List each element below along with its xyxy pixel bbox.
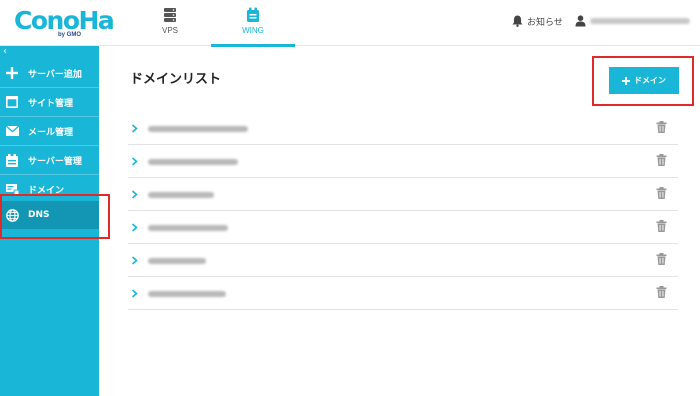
domain-name[interactable] — [148, 126, 248, 132]
domain-row[interactable] — [128, 211, 678, 244]
domain-name[interactable] — [148, 291, 226, 297]
logo-sub: by GMO — [58, 32, 82, 38]
domain-row[interactable] — [128, 178, 678, 211]
top-header: ConoHa by GMO VPS WING お知らせ — [0, 0, 700, 47]
tab-wing[interactable]: WING — [211, 0, 295, 47]
sidebar-item-server-manage[interactable]: サーバー管理 — [0, 146, 99, 174]
domain-row[interactable] — [128, 112, 678, 145]
trash-icon[interactable] — [656, 220, 667, 232]
chevron-right-icon[interactable] — [131, 124, 138, 133]
chevron-right-icon[interactable] — [131, 256, 138, 265]
chevron-right-icon[interactable] — [131, 157, 138, 166]
chevron-right-icon[interactable] — [131, 223, 138, 232]
user-menu[interactable] — [575, 14, 690, 28]
trash-icon[interactable] — [656, 121, 667, 133]
notification-label: お知らせ — [527, 17, 563, 28]
tab-vps-label: VPS — [161, 26, 178, 35]
active-tab-indicator — [211, 44, 295, 47]
conoha-logo[interactable]: ConoHa by GMO — [14, 6, 115, 40]
notification-link[interactable]: お知らせ — [512, 14, 563, 28]
sidebar-item-label: サーバー管理 — [28, 156, 82, 167]
sidebar-item-mail[interactable]: メール管理 — [0, 117, 99, 145]
domain-row[interactable] — [128, 145, 678, 178]
sidebar-item-site[interactable]: サイト管理 — [0, 88, 99, 116]
wing-icon — [247, 7, 259, 22]
sidebar-item-label: サイト管理 — [28, 98, 74, 109]
trash-icon[interactable] — [656, 253, 667, 265]
bell-icon — [512, 15, 523, 27]
mail-icon — [5, 124, 19, 138]
chevron-left-icon[interactable]: ‹ — [3, 47, 7, 57]
domain-name[interactable] — [148, 225, 228, 231]
tab-wing-label: WING — [242, 26, 264, 35]
server-manage-icon — [5, 153, 19, 167]
plus-icon — [5, 66, 19, 80]
user-icon — [575, 15, 586, 27]
tab-vps[interactable]: VPS — [128, 0, 212, 46]
highlight-box-dns — [0, 194, 110, 239]
domain-row[interactable] — [128, 277, 678, 310]
highlight-box-add-domain — [592, 56, 694, 106]
chevron-right-icon[interactable] — [131, 190, 138, 199]
sidebar-item-label: サーバー追加 — [28, 69, 82, 80]
server-icon — [164, 8, 176, 22]
sidebar-item-label: メール管理 — [28, 127, 74, 138]
domain-name[interactable] — [148, 192, 214, 198]
site-icon — [5, 95, 19, 109]
trash-icon[interactable] — [656, 154, 667, 166]
page-title: ドメインリスト — [130, 72, 222, 87]
sidebar-item-add-server[interactable]: サーバー追加 — [0, 59, 99, 87]
trash-icon[interactable] — [656, 187, 667, 199]
domain-name[interactable] — [148, 159, 238, 165]
trash-icon[interactable] — [656, 286, 667, 298]
domain-name[interactable] — [148, 258, 206, 264]
chevron-right-icon[interactable] — [131, 289, 138, 298]
user-email — [590, 18, 690, 24]
domain-row[interactable] — [128, 244, 678, 277]
